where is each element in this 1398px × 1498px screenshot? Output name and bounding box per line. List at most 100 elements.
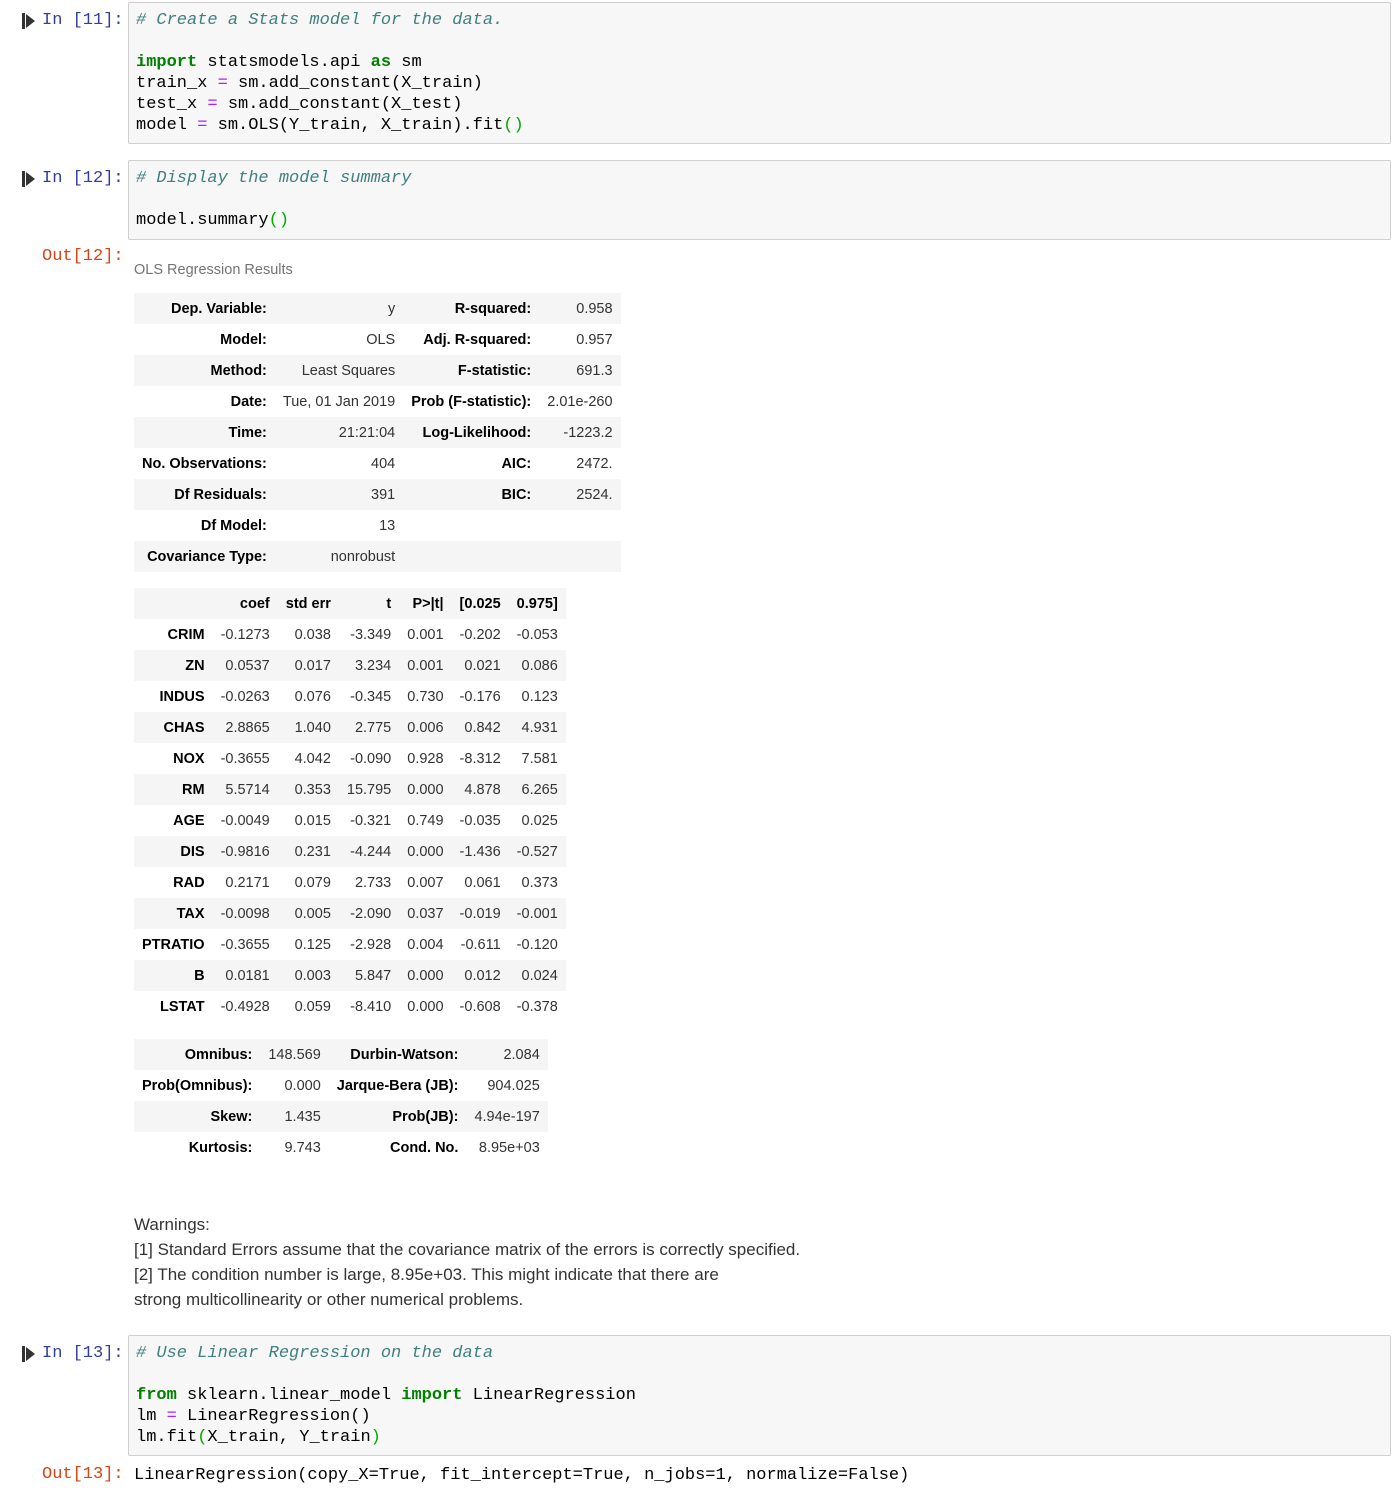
output-text: LinearRegression(copy_X=True, fit_interc…	[134, 1466, 910, 1485]
coef-row: LSTAT -0.4928 0.059 -8.410 0.000 -0.608 -0.378	[134, 991, 566, 1022]
stat-value: 148.569	[268, 1046, 321, 1063]
coef-value: 4.878	[464, 781, 501, 798]
code-token: LinearRegression()	[176, 1407, 371, 1426]
coef-value: 7.581	[521, 750, 558, 767]
stat-label	[403, 510, 539, 541]
stat-label: R-squared:	[454, 300, 532, 317]
run-cell-icon[interactable]	[22, 13, 36, 29]
stat-value: 2472.	[576, 455, 613, 472]
code-body: # Display the model summary model.summary…	[136, 168, 1383, 231]
input-prompt: In [11]:	[42, 11, 124, 30]
coef-column-header: [0.025	[459, 595, 501, 612]
coef-row: INDUS -0.0263 0.076 -0.345 0.730 -0.176 0.123	[134, 681, 566, 712]
code-token: as	[370, 53, 392, 72]
stat-label: Time:	[228, 424, 267, 441]
input-prompt: In [12]:	[42, 169, 124, 188]
summary-row: Df Model: 13	[134, 510, 621, 541]
summary-row: Date: Tue, 01 Jan 2019 Prob (F-statistic):…	[134, 386, 621, 417]
stat-label: Covariance Type:	[147, 548, 267, 565]
code-line: lm = LinearRegression()	[136, 1406, 1383, 1427]
coef-row: ZN 0.0537 0.017 3.234 0.001 0.021 0.086	[134, 650, 566, 681]
coef-row: B 0.0181 0.003 5.847 0.000 0.012 0.024	[134, 960, 566, 991]
code-token: ()	[268, 211, 290, 230]
summary-row: Covariance Type: nonrobust	[134, 541, 621, 572]
coef-row: DIS -0.9816 0.231 -4.244 0.000 -1.436 -0.527	[134, 836, 566, 867]
coef-value: -0.0049	[220, 812, 270, 829]
stat-label: No. Observations:	[142, 455, 267, 472]
code-body: # Create a Stats model for the data. impo…	[136, 10, 1383, 136]
stat-label: BIC:	[501, 486, 532, 503]
code-token: lm	[136, 1407, 167, 1426]
code-editor[interactable]: # Create a Stats model for the data. impo…	[128, 2, 1391, 144]
coef-column-header: 0.975]	[516, 595, 558, 612]
warning-line: Warnings:	[134, 1215, 210, 1234]
coef-value: -0.053	[516, 626, 558, 643]
coef-value: -0.090	[350, 750, 392, 767]
variable-name: RM	[182, 781, 205, 798]
run-cell-icon[interactable]	[22, 171, 36, 187]
code-line: test_x = sm.add_constant(X_test)	[136, 94, 1383, 115]
coef-value: -0.9816	[220, 843, 270, 860]
stat-value: 13	[379, 517, 396, 534]
stat-label: Prob(Omnibus):	[142, 1077, 253, 1094]
stat-label	[403, 541, 539, 572]
stat-value: 404	[371, 455, 396, 472]
coef-value: -0.202	[459, 626, 501, 643]
code-token: =	[207, 95, 218, 114]
coef-value: 3.234	[354, 657, 392, 674]
stat-label: Cond. No.	[389, 1139, 459, 1156]
stat-value: 2524.	[576, 486, 613, 503]
coef-value: -2.090	[350, 905, 392, 922]
summary-row: Df Residuals: 391 BIC: 2524.	[134, 479, 621, 510]
coef-value: -0.1273	[220, 626, 270, 643]
coef-row: CHAS 2.8865 1.040 2.775 0.006 0.842 4.931	[134, 712, 566, 743]
summary-row: Kurtosis: 9.743 Cond. No. 8.95e+03	[134, 1132, 548, 1163]
coef-value: 0.730	[407, 688, 444, 705]
code-token: lm.fit	[136, 1428, 198, 1447]
code-token: sm.add_constant(X_test)	[217, 95, 463, 114]
code-line: # Display the model summary	[136, 168, 1383, 189]
coef-value: -0.0098	[220, 905, 270, 922]
code-token: from	[136, 1386, 177, 1405]
variable-name: LSTAT	[160, 998, 205, 1015]
code-line: # Create a Stats model for the data.	[136, 10, 1383, 31]
coef-row: RM 5.5714 0.353 15.795 0.000 4.878 6.265	[134, 774, 566, 805]
coef-value: 0.2171	[225, 874, 270, 891]
coef-value: 0.079	[294, 874, 331, 891]
summary-row: Model: OLS Adj. R-squared: 0.957	[134, 324, 621, 355]
stat-label: Durbin-Watson:	[350, 1046, 459, 1063]
coef-value: 0.125	[294, 936, 331, 953]
stat-value: 0.957	[576, 331, 613, 348]
stat-label: Adj. R-squared:	[423, 331, 532, 348]
coef-column-header: std err	[285, 595, 331, 612]
summary-row: Method: Least Squares F-statistic: 691.3	[134, 355, 621, 386]
code-token: model	[136, 116, 198, 135]
output-prompt: Out[13]:	[42, 1465, 124, 1484]
coef-value: -8.410	[350, 998, 392, 1015]
code-editor[interactable]: # Use Linear Regression on the data from …	[128, 1335, 1391, 1456]
stat-value: 21:21:04	[338, 424, 396, 441]
summary-row: No. Observations: 404 AIC: 2472.	[134, 448, 621, 479]
coef-value: 0.000	[407, 967, 444, 984]
coef-value: -2.928	[350, 936, 392, 953]
stat-label: Prob(JB):	[392, 1108, 459, 1125]
coef-value: 0.007	[407, 874, 444, 891]
variable-name: PTRATIO	[142, 936, 205, 953]
code-editor[interactable]: # Display the model summary model.summary…	[128, 160, 1391, 240]
code-token: ()	[503, 116, 524, 135]
run-cell-icon[interactable]	[22, 1346, 36, 1362]
stat-value: 391	[371, 486, 396, 503]
stat-label: Jarque-Bera (JB):	[336, 1077, 459, 1094]
summary-caption: OLS Regression Results	[134, 262, 293, 278]
code-token: sm.OLS(Y_train, X_train).fit	[207, 116, 504, 135]
output-prompt: Out[12]:	[42, 247, 124, 266]
coef-value: 0.0537	[225, 657, 270, 674]
coef-value: 0.123	[521, 688, 558, 705]
stat-label: Dep. Variable:	[170, 300, 267, 317]
stat-value: 4.94e-197	[474, 1108, 540, 1125]
coef-value: 0.001	[407, 657, 444, 674]
coef-value: 5.5714	[225, 781, 270, 798]
